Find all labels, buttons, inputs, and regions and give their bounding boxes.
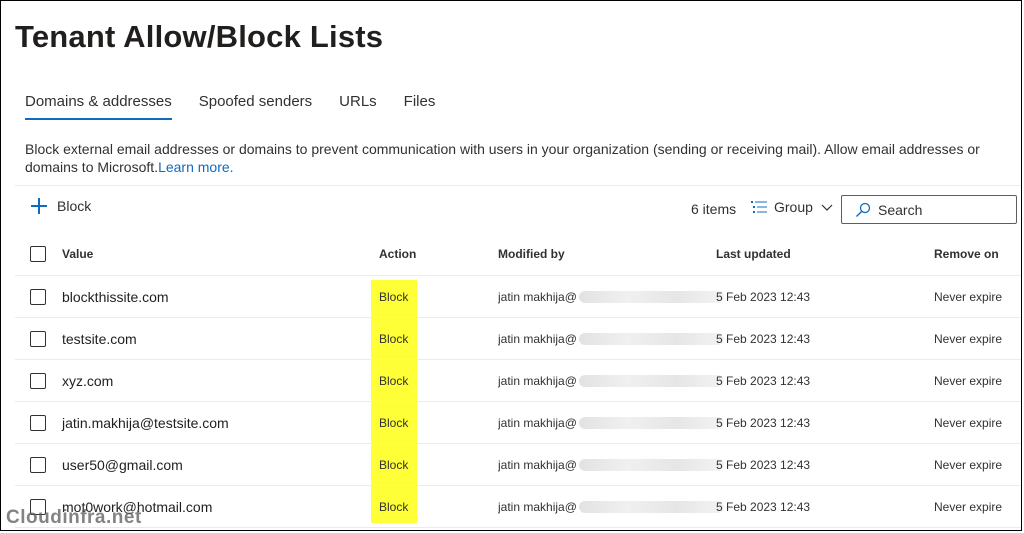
row-checkbox[interactable] <box>30 288 46 305</box>
column-header-action[interactable]: Action <box>379 233 425 275</box>
row-value: blockthissite.com <box>62 288 169 305</box>
group-button-label: Group <box>774 199 813 215</box>
block-button[interactable]: Block <box>31 198 91 214</box>
row-value: jatin.makhija@testsite.com <box>62 414 229 431</box>
row-value: xyz.com <box>62 372 114 389</box>
select-all-cell <box>30 233 46 275</box>
row-modified-by: jatin makhija@ <box>498 276 724 317</box>
row-remove-on: Never expire <box>934 289 1003 304</box>
redacted-email <box>578 290 724 303</box>
column-header-last-updated[interactable]: Last updated <box>716 233 791 275</box>
redacted-email <box>578 374 724 387</box>
divider <box>15 185 1021 186</box>
tab-bar: Domains & addresses Spoofed senders URLs… <box>25 93 462 120</box>
modified-by-name: jatin makhija@ <box>498 331 577 346</box>
row-modified-by: jatin makhija@ <box>498 360 724 401</box>
row-select-cell <box>30 318 46 359</box>
modified-by-name: jatin makhija@ <box>498 373 577 388</box>
row-remove-on: Never expire <box>934 331 1003 346</box>
chevron-down-icon <box>821 204 833 211</box>
search-icon <box>856 202 871 217</box>
column-header-remove-on[interactable]: Remove on <box>934 233 999 275</box>
description: Block external email addresses or domain… <box>25 140 1021 176</box>
row-select-cell <box>30 360 46 401</box>
column-header-modified-by[interactable]: Modified by <box>498 233 724 275</box>
row-modified-by: jatin makhija@ <box>498 486 724 527</box>
search-input[interactable] <box>878 201 1008 218</box>
row-action: Block <box>379 457 409 472</box>
row-last-updated: 5 Feb 2023 12:43 <box>716 373 811 388</box>
tab-urls[interactable]: URLs <box>339 93 377 120</box>
redacted-email <box>578 416 724 429</box>
app-frame: Tenant Allow/Block Lists Domains & addre… <box>0 0 1022 531</box>
redacted-email <box>578 458 724 471</box>
table-row[interactable]: jatin.makhija@testsite.com Block jatin m… <box>15 402 1021 444</box>
row-modified-by: jatin makhija@ <box>498 444 724 485</box>
row-last-updated: 5 Feb 2023 12:43 <box>716 457 811 472</box>
row-value: user50@gmail.com <box>62 456 183 473</box>
block-button-label: Block <box>57 198 92 214</box>
plus-icon <box>31 198 47 214</box>
row-remove-on: Never expire <box>934 415 1003 430</box>
table-header: Value Action Modified by Last updated Re… <box>15 233 1021 276</box>
row-modified-by: jatin makhija@ <box>498 318 724 359</box>
watermark: Cloudinfra.net <box>6 507 142 528</box>
group-list-icon <box>751 201 767 213</box>
row-value: testsite.com <box>62 330 137 347</box>
row-action: Block <box>379 373 409 388</box>
entries-table: Value Action Modified by Last updated Re… <box>15 233 1021 528</box>
tab-domains-addresses[interactable]: Domains & addresses <box>25 93 172 120</box>
table-row[interactable]: user50@gmail.com Block jatin makhija@ 5 … <box>15 444 1021 486</box>
row-checkbox[interactable] <box>30 414 46 431</box>
items-count: 6 items <box>691 201 737 217</box>
row-remove-on: Never expire <box>934 457 1003 472</box>
redacted-email <box>578 500 724 513</box>
row-checkbox[interactable] <box>30 330 46 347</box>
row-checkbox[interactable] <box>30 456 46 473</box>
row-checkbox[interactable] <box>30 372 46 389</box>
page-title: Tenant Allow/Block Lists <box>15 19 384 54</box>
row-last-updated: 5 Feb 2023 12:43 <box>716 289 811 304</box>
row-action: Block <box>379 499 409 514</box>
learn-more-link[interactable]: Learn more. <box>158 159 233 175</box>
row-action: Block <box>379 289 409 304</box>
row-remove-on: Never expire <box>934 499 1003 514</box>
modified-by-name: jatin makhija@ <box>498 499 577 514</box>
row-last-updated: 5 Feb 2023 12:43 <box>716 499 811 514</box>
row-select-cell <box>30 402 46 443</box>
row-action: Block <box>379 415 409 430</box>
row-last-updated: 5 Feb 2023 12:43 <box>716 415 811 430</box>
table-row[interactable]: testsite.com Block jatin makhija@ 5 Feb … <box>15 318 1021 360</box>
modified-by-name: jatin makhija@ <box>498 415 577 430</box>
table-row[interactable]: mot0work@hotmail.com Block jatin makhija… <box>15 486 1021 528</box>
row-remove-on: Never expire <box>934 373 1003 388</box>
row-modified-by: jatin makhija@ <box>498 402 724 443</box>
table-row[interactable]: blockthissite.com Block jatin makhija@ 5… <box>15 276 1021 318</box>
row-select-cell <box>30 276 46 317</box>
select-all-checkbox[interactable] <box>30 246 46 262</box>
table-row[interactable]: xyz.com Block jatin makhija@ 5 Feb 2023 … <box>15 360 1021 402</box>
modified-by-name: jatin makhija@ <box>498 289 577 304</box>
row-action: Block <box>379 331 409 346</box>
modified-by-name: jatin makhija@ <box>498 457 577 472</box>
search-box[interactable] <box>841 195 1017 224</box>
row-last-updated: 5 Feb 2023 12:43 <box>716 331 811 346</box>
group-button[interactable]: Group <box>751 199 833 215</box>
tab-spoofed-senders[interactable]: Spoofed senders <box>199 93 312 120</box>
column-header-value[interactable]: Value <box>62 233 93 275</box>
redacted-email <box>578 332 724 345</box>
tab-files[interactable]: Files <box>404 93 436 120</box>
row-select-cell <box>30 444 46 485</box>
